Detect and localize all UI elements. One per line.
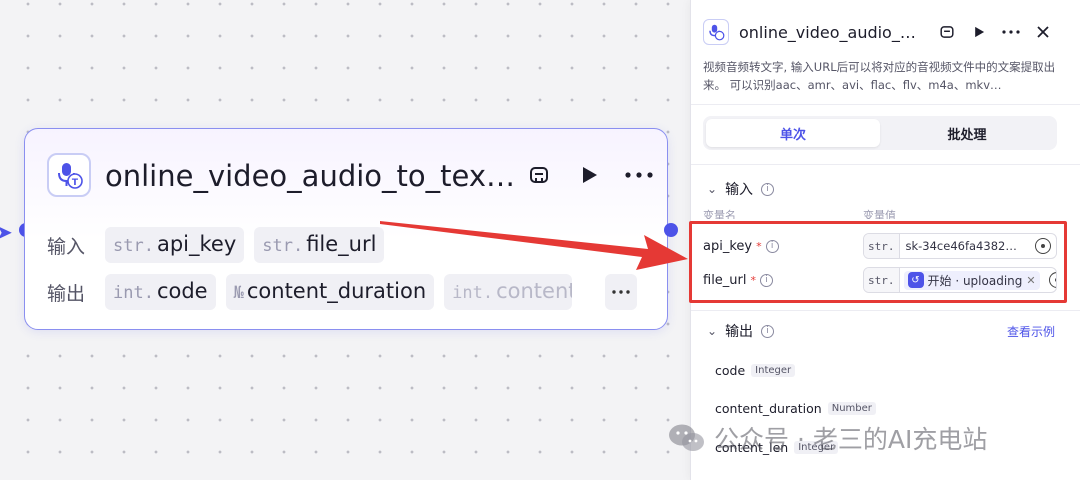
output-tag: int. code — [105, 274, 216, 310]
type-label: int. — [113, 283, 154, 303]
column-var-value: 变量值 — [863, 209, 896, 219]
output-item: content_duration Number — [715, 401, 876, 416]
more-outputs-button[interactable] — [605, 274, 637, 310]
svg-text:T: T — [72, 178, 79, 188]
output-tag: № content_duration — [225, 274, 435, 310]
output-name: content_duration — [715, 401, 822, 416]
run-icon[interactable] — [573, 159, 605, 191]
inputs-label: 输入 — [47, 235, 86, 258]
panel-title: online_video_audio_… — [739, 22, 916, 42]
param-name: content_duration — [246, 279, 427, 303]
run-mode-tabs: 单次 批处理 — [703, 116, 1057, 150]
info-icon[interactable]: i — [761, 182, 775, 196]
output-name: code — [715, 363, 746, 378]
plugin-icon: T — [47, 153, 91, 197]
node-title: online_video_audio_to_tex… — [105, 159, 515, 193]
highlight-box — [689, 221, 1067, 303]
outputs-label: 输出 — [47, 282, 86, 305]
divider — [691, 104, 1080, 105]
run-icon[interactable] — [969, 22, 989, 42]
watermark-text: 公众号 · 老三的AI充电站 — [714, 425, 988, 454]
plugin-description: 视频音频转文字, 输入URL后可以将对应的音视频文件中的文案提取出来。 可以识别… — [703, 60, 1056, 92]
output-section-header[interactable]: ⌄ 输出 i — [707, 321, 775, 341]
divider — [691, 310, 1080, 311]
input-section-header[interactable]: ⌄ 输入 i — [707, 179, 775, 199]
param-name: file_url — [306, 232, 377, 256]
incoming-connector-arrow: ➤ — [0, 220, 13, 244]
tab-batch[interactable]: 批处理 — [880, 119, 1054, 147]
tab-single[interactable]: 单次 — [706, 119, 880, 147]
type-label: № — [233, 283, 244, 303]
debug-icon[interactable] — [937, 22, 957, 42]
type-label: int. — [452, 283, 494, 303]
input-tag: str. file_url — [254, 227, 385, 263]
annotation-arrow — [380, 221, 688, 270]
input-section-title: 输入 — [725, 182, 754, 198]
output-item: code Integer — [715, 363, 796, 378]
more-icon[interactable] — [623, 159, 655, 191]
close-icon[interactable] — [1033, 22, 1053, 42]
node-inputs-row: 输入 str. api_key str. file_url — [47, 227, 385, 263]
more-icon[interactable] — [1001, 22, 1021, 42]
input-column-headers: 变量名 变量值 — [703, 207, 1063, 219]
chevron-down-icon[interactable]: ⌄ — [707, 182, 717, 196]
column-var-name: 变量名 — [703, 209, 736, 219]
output-tag: int. content_ — [444, 274, 573, 310]
param-name: content_ — [496, 279, 572, 303]
output-section-title: 输出 — [725, 324, 754, 340]
plugin-icon — [703, 19, 729, 45]
view-example-link[interactable]: 查看示例 — [1007, 323, 1055, 340]
type-label: str. — [262, 236, 304, 256]
chevron-down-icon[interactable]: ⌄ — [707, 324, 717, 338]
output-type: Number — [827, 402, 876, 415]
wechat-icon — [668, 423, 706, 453]
watermark: 公众号 · 老三的AI充电站 — [668, 420, 987, 456]
param-name: code — [156, 279, 208, 303]
type-label: str. — [113, 236, 154, 256]
output-type: Integer — [751, 364, 796, 377]
input-tag: str. api_key — [105, 227, 245, 263]
debug-icon[interactable] — [523, 159, 555, 191]
param-name: api_key — [156, 232, 237, 256]
node-outputs-row: 输出 int. code № content_duration int. con… — [47, 274, 573, 310]
divider — [691, 164, 1080, 165]
info-icon[interactable]: i — [761, 324, 775, 338]
